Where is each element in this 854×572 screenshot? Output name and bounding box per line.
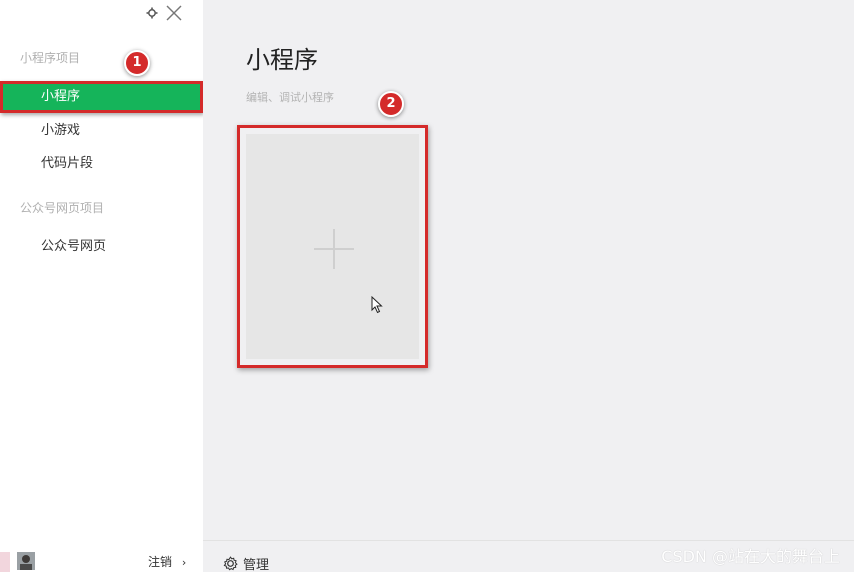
chevron-right-icon: ›: [181, 556, 187, 569]
plus-icon: [314, 229, 354, 269]
sidebar: 小程序项目 小程序 小游戏 代码片段 公众号网页项目 公众号网页 1 注销 ›: [0, 0, 203, 572]
logout-button[interactable]: 注销 ›: [148, 553, 186, 570]
gear-icon[interactable]: [146, 7, 158, 19]
logout-label: 注销: [148, 555, 173, 569]
manage-label: 管理: [243, 558, 270, 572]
gear-icon: [223, 556, 238, 571]
watermark: CSDN @站在大的舞台上: [661, 547, 840, 566]
page-title: 小程序: [246, 46, 318, 74]
window-controls: [146, 4, 182, 22]
main-panel: 小程序 编辑、调试小程序 2 管理: [203, 0, 854, 572]
sidebar-item-code-snippets[interactable]: 代码片段: [0, 148, 203, 180]
section-label-miniprogram: 小程序项目: [20, 51, 81, 65]
section-label-official: 公众号网页项目: [20, 201, 105, 215]
annotation-badge-2: 2: [378, 91, 404, 117]
page-subtitle: 编辑、调试小程序: [246, 91, 334, 104]
annotation-badge-1: 1: [124, 50, 150, 76]
create-project-highlight: [237, 125, 428, 368]
sidebar-item-miniprogram[interactable]: 小程序: [0, 81, 203, 113]
create-project-card[interactable]: [246, 134, 419, 359]
manage-button[interactable]: 管理: [223, 554, 269, 572]
close-icon[interactable]: [166, 5, 182, 21]
sidebar-item-official-webpage[interactable]: 公众号网页: [0, 231, 203, 263]
avatar[interactable]: [17, 552, 35, 570]
cursor-icon: [371, 295, 383, 318]
sidebar-item-minigame[interactable]: 小游戏: [0, 115, 203, 147]
avatar-strip: [0, 552, 10, 572]
